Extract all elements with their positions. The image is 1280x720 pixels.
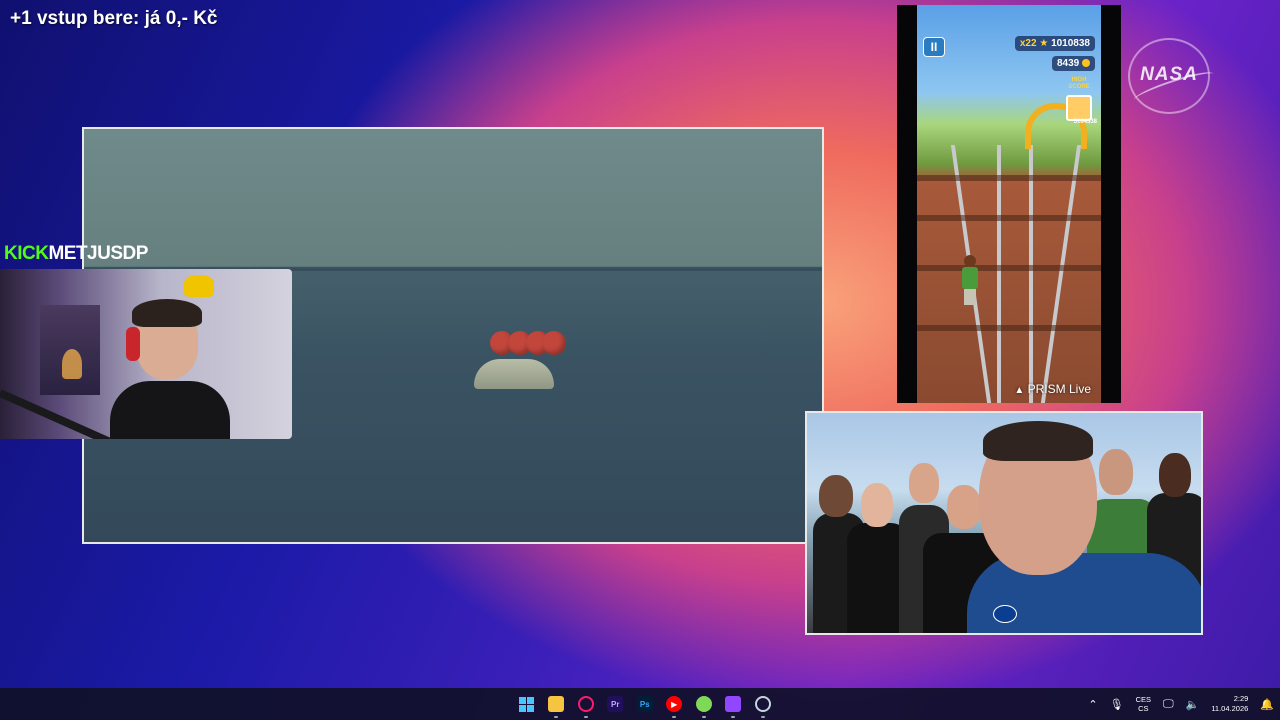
- photoshop-icon: Ps: [636, 696, 653, 712]
- space-capsule: [474, 359, 554, 389]
- streamer-webcam: [0, 269, 292, 439]
- subway-runner-game: II x22 ★ 1010838 8439 HIGH SCORE 5104338…: [917, 5, 1101, 403]
- running-indicator: [672, 716, 677, 718]
- runner-head: [964, 255, 976, 267]
- pause-icon: II: [930, 40, 938, 54]
- crowd-face: [909, 463, 939, 503]
- mobile-game-capture: II x22 ★ 1010838 8439 HIGH SCORE 5104338…: [897, 5, 1121, 403]
- score-multiplier: x22: [1019, 38, 1037, 49]
- crowd-face: [861, 483, 893, 527]
- crowd-face: [947, 485, 981, 529]
- score-value: 1010838: [1051, 38, 1090, 49]
- pause-button[interactable]: II: [923, 37, 945, 57]
- crowd-face: [819, 475, 853, 517]
- prism-live-watermark: ▲ PRISM Live: [1014, 382, 1091, 396]
- astronaut-hair: [983, 421, 1093, 461]
- rail-sleeper: [917, 325, 1101, 331]
- rail-track: [997, 145, 1001, 403]
- nasa-logo-text: NASA: [1140, 64, 1198, 85]
- clock-date: 11.04.2026: [1211, 704, 1249, 713]
- chat-icon: [695, 696, 712, 712]
- crowd-face: [1099, 449, 1133, 495]
- parachute: [542, 331, 566, 355]
- running-indicator: [701, 716, 706, 718]
- running-indicator: [731, 716, 736, 718]
- rail-sleeper: [917, 175, 1101, 181]
- streamer-hair: [132, 299, 202, 327]
- taskbar-twitch[interactable]: [719, 688, 749, 720]
- taskbar-youtube-music[interactable]: ▶: [660, 688, 690, 720]
- coin-icon: [1082, 59, 1090, 68]
- network-icon[interactable]: 🖵: [1163, 698, 1174, 711]
- language-code: CES: [1135, 695, 1151, 704]
- clock[interactable]: 2:29 11.04.2026: [1211, 694, 1248, 714]
- kick-logo-text: KICK: [4, 243, 49, 264]
- taskbar-file-explorer[interactable]: [542, 688, 572, 720]
- youtube-music-icon: ▶: [666, 696, 683, 712]
- headset-icon: [126, 327, 140, 361]
- crowd-face: [1159, 453, 1191, 497]
- coin-display: 8439: [1051, 56, 1095, 71]
- runner-legs: [964, 289, 976, 305]
- high-score-avatar: [1066, 95, 1092, 121]
- rail-sleeper: [917, 215, 1101, 221]
- star-icon: ★: [1039, 38, 1049, 49]
- prism-label: PRISM Live: [1027, 382, 1091, 396]
- decor-figure: [184, 275, 214, 297]
- taskbar-opera-gx[interactable]: [571, 688, 601, 720]
- rail-track: [1029, 145, 1033, 403]
- streamer: [110, 299, 230, 439]
- nasa-logo: NASA: [1128, 38, 1217, 114]
- show-hidden-icons-chevron-icon[interactable]: ⌃: [1088, 698, 1097, 711]
- microphone-icon[interactable]: 🎙: [1110, 698, 1124, 711]
- prism-icon: ▲: [1014, 385, 1025, 396]
- stream-title-overlay: +1 vstup bere: já 0,- Kč: [10, 8, 218, 29]
- nasa-patch-icon: [993, 605, 1017, 623]
- taskbar-apps: Pr Ps ▶: [512, 688, 778, 720]
- background-lamp: [62, 349, 82, 379]
- taskbar-premiere-pro[interactable]: Pr: [601, 688, 631, 720]
- rail-track: [1040, 145, 1082, 403]
- opera-icon: [577, 696, 594, 712]
- kick-channel-name: METJUSDP: [48, 243, 148, 264]
- game-runner-character: [959, 255, 981, 305]
- rail-sleeper: [917, 265, 1101, 271]
- volume-icon[interactable]: 🔈: [1186, 698, 1200, 711]
- streamer-body: [110, 381, 230, 439]
- folder-icon: [548, 696, 565, 712]
- crowd-video: [805, 411, 1203, 635]
- premiere-icon: Pr: [607, 696, 624, 712]
- running-indicator: [583, 716, 588, 718]
- start-button[interactable]: [512, 688, 542, 720]
- notification-bell-icon[interactable]: 🔔: [1260, 698, 1274, 711]
- running-indicator: [554, 716, 559, 718]
- kick-channel-label: KICKMETJUSDP: [4, 243, 148, 265]
- system-tray: ⌃ 🎙 CES CS 🖵 🔈 2:29 11.04.2026 🔔: [1088, 688, 1274, 720]
- language-switcher[interactable]: CES CS: [1136, 695, 1151, 713]
- taskbar-photoshop[interactable]: Ps: [630, 688, 660, 720]
- taskbar-steam[interactable]: [748, 688, 778, 720]
- keyboard-layout: CS: [1138, 704, 1149, 713]
- taskbar-chat-app[interactable]: [689, 688, 719, 720]
- windows-taskbar: Pr Ps ▶ ⌃ 🎙 CES CS 🖵 🔈 2:29 11.04.2026 🔔: [0, 688, 1280, 720]
- clock-time: 2:29: [1233, 694, 1249, 703]
- score-display: x22 ★ 1010838: [1014, 36, 1095, 51]
- runner-body: [962, 267, 978, 289]
- coin-count: 8439: [1056, 58, 1080, 69]
- steam-icon: [754, 696, 771, 712]
- running-indicator: [760, 716, 765, 718]
- high-score-label: HIGH SCORE: [1068, 77, 1090, 90]
- windows-icon: [519, 696, 535, 712]
- high-score-value: 5104338: [1073, 119, 1097, 125]
- twitch-icon: [725, 696, 742, 712]
